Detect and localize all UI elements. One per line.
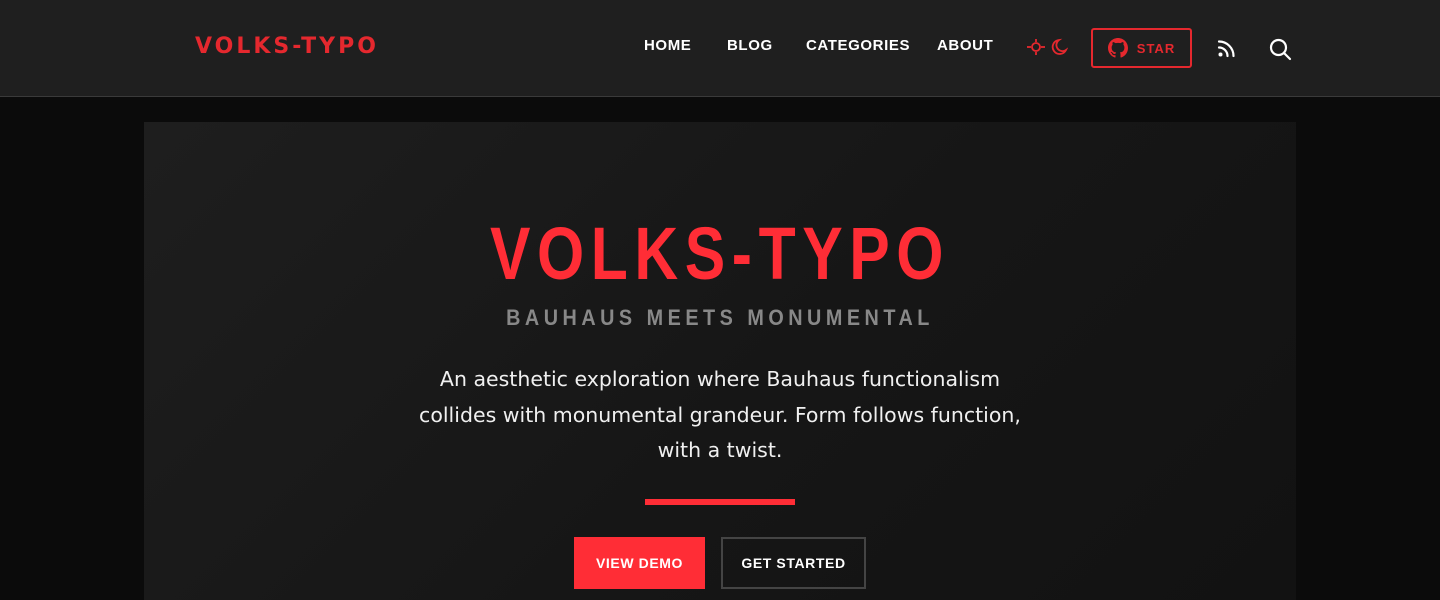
sun-moon-icon bbox=[1027, 38, 1068, 55]
site-header: VOLKS-TYPO HOME BLOG CATEGORIES ABOUT ST… bbox=[0, 0, 1440, 97]
nav-blog[interactable]: BLOG bbox=[727, 37, 773, 54]
hero-section: VOLKS-TYPO BAUHAUS MEETS MONUMENTAL An a… bbox=[144, 122, 1296, 600]
rss-link[interactable] bbox=[1217, 38, 1237, 58]
star-label: STAR bbox=[1136, 40, 1176, 56]
accent-divider bbox=[645, 499, 795, 505]
view-demo-button[interactable]: VIEW DEMO bbox=[574, 537, 705, 589]
site-logo[interactable]: VOLKS-TYPO bbox=[195, 34, 379, 59]
hero-description: An aesthetic exploration where Bauhaus f… bbox=[419, 367, 1021, 462]
nav-about[interactable]: ABOUT bbox=[937, 37, 993, 54]
nav-categories[interactable]: CATEGORIES bbox=[806, 37, 910, 54]
github-star-button[interactable]: STAR bbox=[1091, 28, 1192, 68]
hero-subtitle: BAUHAUS MEETS MONUMENTAL bbox=[506, 305, 934, 330]
nav-home[interactable]: HOME bbox=[644, 37, 691, 54]
rss-icon bbox=[1217, 40, 1235, 58]
theme-toggle[interactable] bbox=[1026, 36, 1068, 58]
search-button[interactable] bbox=[1268, 37, 1292, 61]
get-started-button[interactable]: GET STARTED bbox=[721, 537, 866, 589]
github-icon bbox=[1107, 38, 1128, 58]
search-icon bbox=[1269, 38, 1292, 61]
hero-title: VOLKS-TYPO bbox=[489, 212, 951, 295]
